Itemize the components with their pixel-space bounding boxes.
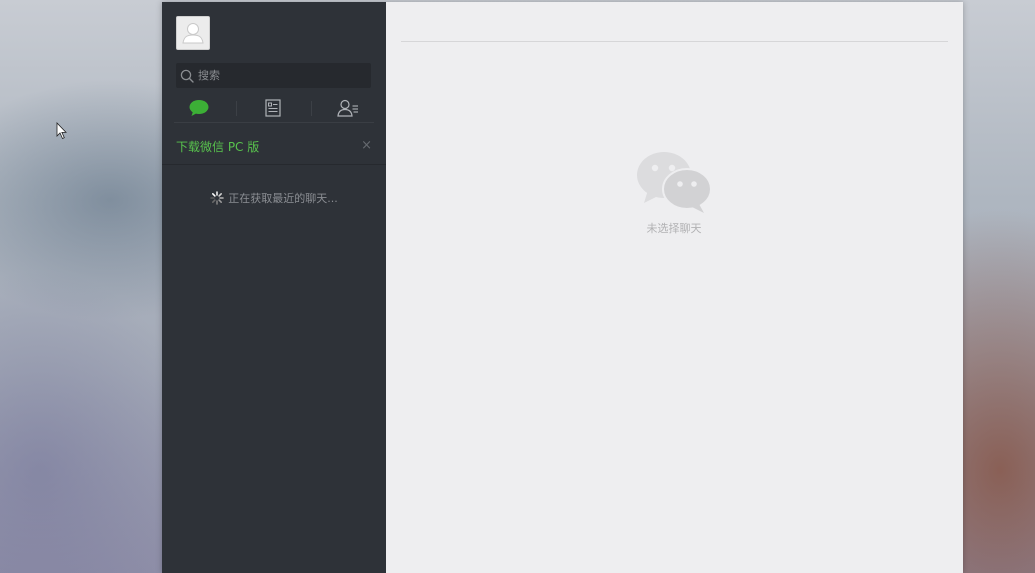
sidebar: 下载微信 PC 版 × 正在获取最近的聊天... <box>162 2 386 573</box>
empty-state-text: 未选择聊天 <box>646 222 702 235</box>
search-input[interactable] <box>198 69 371 82</box>
contacts-icon <box>337 99 358 117</box>
loading-indicator: 正在获取最近的聊天... <box>162 190 386 206</box>
banner-close-icon[interactable]: × <box>361 138 372 154</box>
user-avatar[interactable] <box>176 16 210 50</box>
loading-spinner-icon <box>210 191 225 205</box>
default-avatar-icon <box>177 17 209 49</box>
download-pc-link[interactable]: 下载微信 PC 版 <box>176 138 259 155</box>
wechat-logo-icon <box>637 152 712 213</box>
download-pc-banner: 下载微信 PC 版 × <box>162 128 386 165</box>
header-divider <box>401 41 948 42</box>
article-icon <box>265 99 281 117</box>
chat-bubble-icon <box>189 100 209 116</box>
search-box <box>176 63 371 88</box>
sidebar-tabs <box>162 95 386 123</box>
tabs-divider <box>174 122 374 123</box>
tab-chats[interactable] <box>174 95 224 121</box>
search-icon <box>180 69 194 83</box>
loading-text: 正在获取最近的聊天... <box>228 192 338 205</box>
tab-articles[interactable] <box>248 95 298 121</box>
tab-separator <box>236 101 237 116</box>
tab-separator <box>311 101 312 116</box>
wechat-web-window: 下载微信 PC 版 × 正在获取最近的聊天... <box>162 2 963 573</box>
tab-contacts[interactable] <box>323 95 373 121</box>
chat-panel: 未选择聊天 <box>386 2 963 573</box>
mouse-cursor-icon <box>56 122 67 140</box>
